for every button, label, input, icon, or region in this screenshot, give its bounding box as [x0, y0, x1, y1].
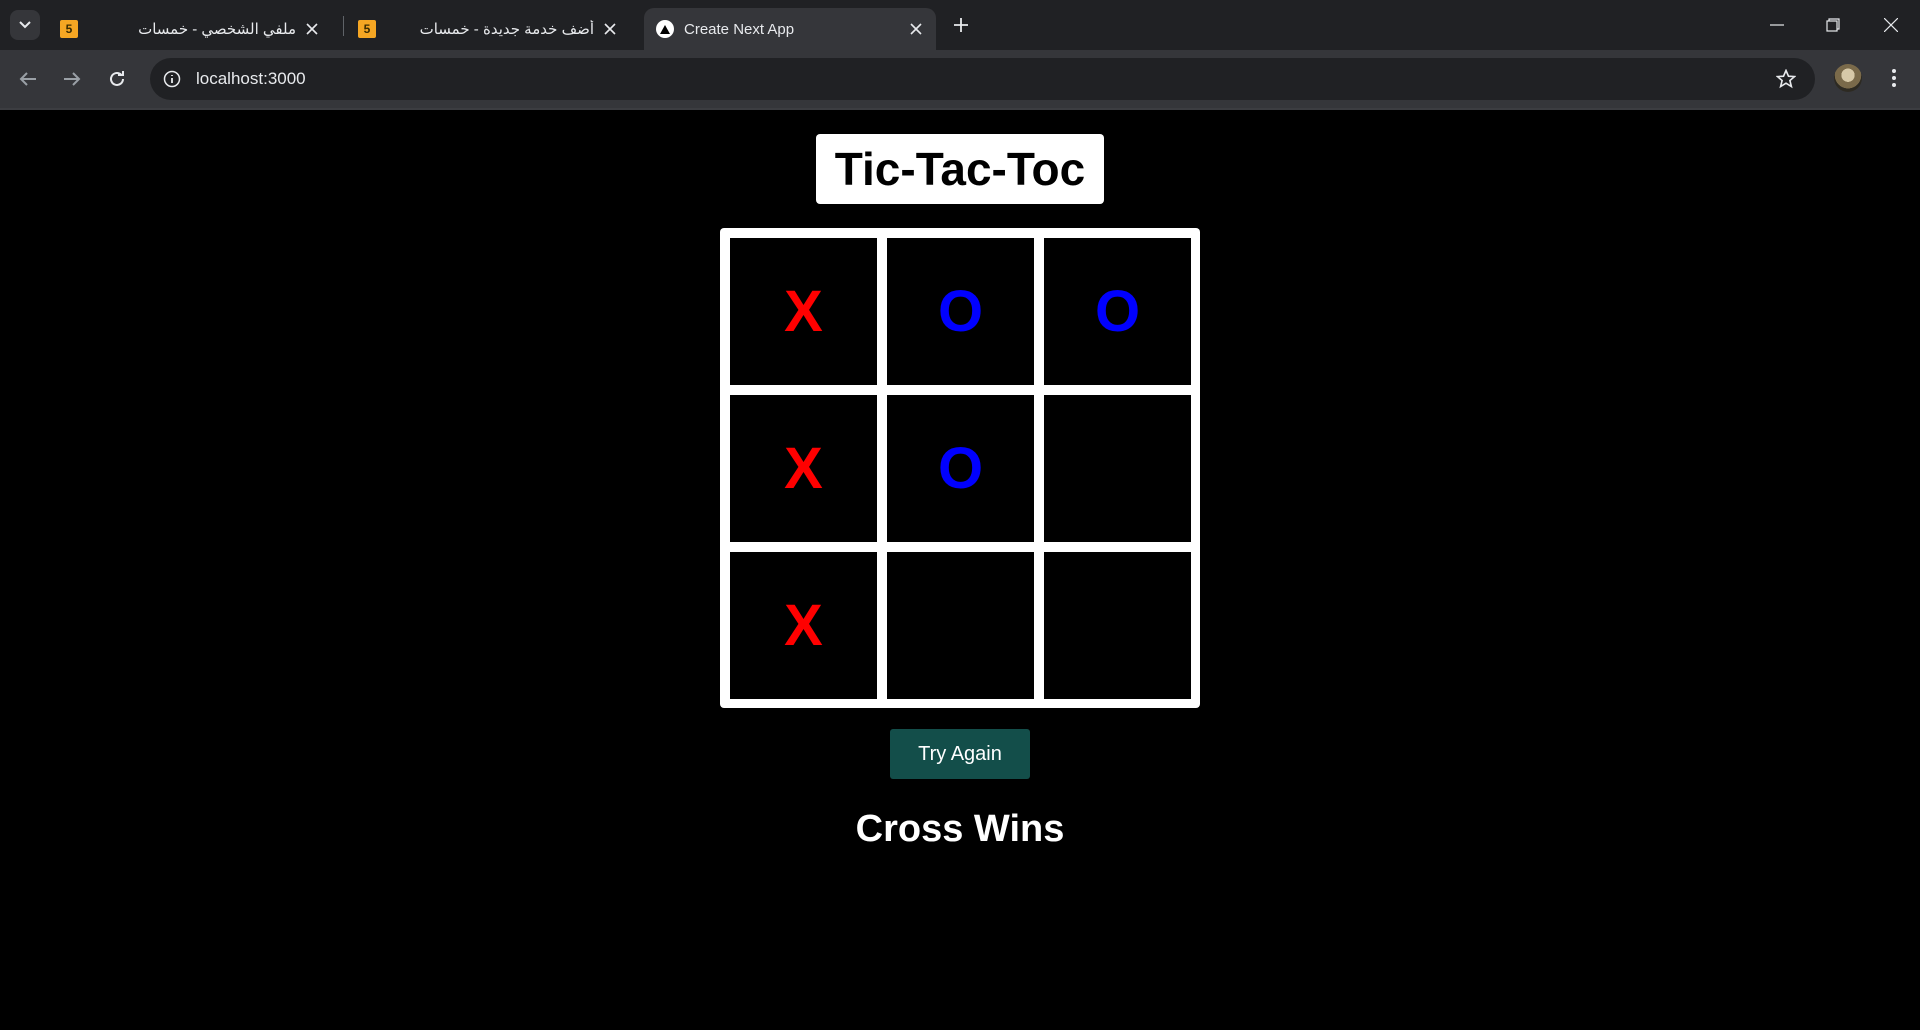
tab-profile[interactable]: 5 ملفي الشخصي - خمسات [52, 8, 332, 50]
reload-button[interactable] [101, 63, 133, 95]
board-cell-r3c1[interactable]: X [730, 552, 877, 699]
url-text: localhost:3000 [196, 69, 306, 88]
close-icon[interactable] [602, 21, 618, 37]
back-button[interactable] [12, 63, 44, 95]
board-cell-r3c2[interactable] [887, 552, 1034, 699]
board-cell-r1c1[interactable]: X [730, 238, 877, 385]
forward-button[interactable] [56, 63, 88, 95]
tab-strip: 5 ملفي الشخصي - خمسات 5 أضف خدمة جديدة -… [0, 0, 1920, 50]
board-cell-r1c3[interactable]: O [1044, 238, 1191, 385]
game-title: Tic-Tac-Toc [816, 134, 1104, 204]
board-cell-r1c2[interactable]: O [887, 238, 1034, 385]
game-board: X O O X O X [720, 228, 1200, 708]
site-info-icon[interactable] [162, 69, 182, 89]
tab-separator [343, 16, 344, 36]
chevron-down-icon [19, 21, 31, 29]
restore-icon [1826, 18, 1840, 32]
new-tab-button[interactable] [948, 12, 974, 38]
browser-toolbar: localhost:3000 [0, 50, 1920, 108]
board-cell-r2c1[interactable]: X [730, 395, 877, 542]
tab-add-service[interactable]: 5 أضف خدمة جديدة - خمسات [350, 8, 630, 50]
close-icon [1884, 18, 1898, 32]
board-cell-r2c2[interactable]: O [887, 395, 1034, 542]
khamsat-favicon: 5 [358, 20, 376, 38]
game-result: Cross Wins [855, 808, 1065, 850]
address-bar[interactable]: localhost:3000 [150, 58, 1815, 100]
arrow-right-icon [64, 72, 81, 86]
tab-title: ملفي الشخصي - خمسات [138, 21, 296, 38]
close-window-button[interactable] [1876, 10, 1906, 40]
nextjs-icon [656, 20, 674, 38]
minimize-icon [1770, 24, 1784, 26]
profile-avatar[interactable] [1834, 64, 1862, 92]
arrow-left-icon [19, 72, 36, 86]
plus-icon [954, 18, 968, 32]
tab-create-next-app[interactable]: Create Next App [644, 8, 936, 50]
close-icon[interactable] [908, 21, 924, 37]
browser-menu-button[interactable] [1880, 64, 1908, 92]
board-cell-r2c3[interactable] [1044, 395, 1191, 542]
tab-search-button[interactable] [10, 10, 40, 40]
restore-button[interactable] [1818, 10, 1848, 40]
minimize-button[interactable] [1762, 10, 1792, 40]
try-again-button[interactable]: Try Again [890, 729, 1030, 779]
reload-icon [110, 71, 124, 86]
khamsat-favicon: 5 [60, 20, 78, 38]
bookmark-star-icon[interactable] [1775, 68, 1797, 90]
tab-title: أضف خدمة جديدة - خمسات [419, 21, 594, 38]
close-icon[interactable] [304, 21, 320, 37]
page-content: Tic-Tac-Toc X O O X O X Try Again Cross … [0, 110, 1920, 1030]
board-cell-r3c3[interactable] [1044, 552, 1191, 699]
tab-title: Create Next App [684, 20, 795, 38]
more-vertical-icon [1892, 69, 1896, 87]
